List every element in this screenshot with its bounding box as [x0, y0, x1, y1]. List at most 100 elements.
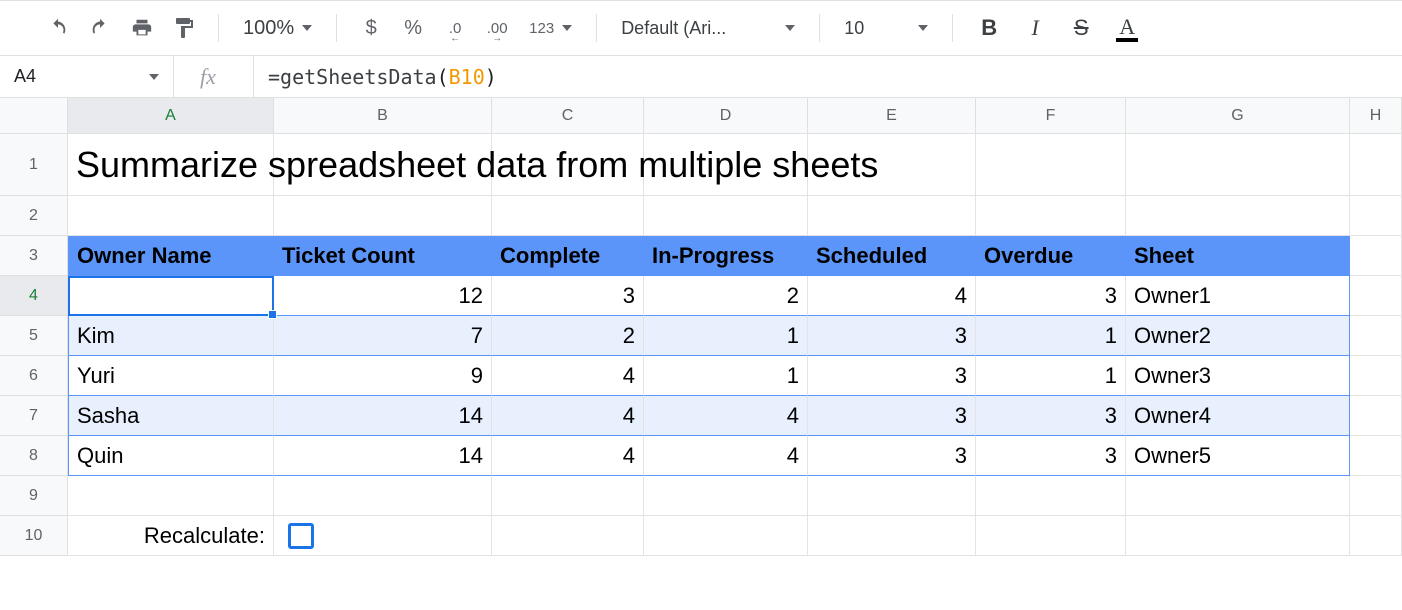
cell-sheet[interactable]: Owner1 [1126, 276, 1350, 316]
cell-ticket-count[interactable]: 14 [274, 436, 492, 476]
cell-sheet[interactable]: Owner3 [1126, 356, 1350, 396]
font-size-dropdown[interactable]: 10 [836, 10, 936, 46]
cell[interactable] [1126, 516, 1350, 556]
cell-scheduled[interactable]: 3 [808, 356, 976, 396]
row-header-10[interactable]: 10 [0, 516, 68, 556]
row-header-4[interactable]: 4 [0, 276, 68, 316]
row-header-8[interactable]: 8 [0, 436, 68, 476]
col-header-c[interactable]: C [492, 98, 644, 134]
row-header-1[interactable]: 1 [0, 134, 68, 196]
cell[interactable] [274, 196, 492, 236]
cell[interactable] [1350, 134, 1402, 196]
strikethrough-button[interactable]: S [1061, 10, 1101, 46]
cell-in-progress[interactable]: 1 [644, 316, 808, 356]
cell-sheet[interactable]: Owner2 [1126, 316, 1350, 356]
cell[interactable] [976, 516, 1126, 556]
cell[interactable] [492, 516, 644, 556]
cell-complete[interactable]: 4 [492, 356, 644, 396]
cell[interactable] [1350, 316, 1402, 356]
cell[interactable] [1126, 134, 1350, 196]
col-header-d[interactable]: D [644, 98, 808, 134]
name-box[interactable]: A4 [0, 56, 174, 97]
format-currency-button[interactable]: $ [353, 10, 389, 46]
cell-ticket-count[interactable]: 7 [274, 316, 492, 356]
undo-button[interactable] [40, 10, 76, 46]
cell-overdue[interactable]: 1 [976, 356, 1126, 396]
cell-scheduled[interactable]: 3 [808, 436, 976, 476]
col-header-g[interactable]: G [1126, 98, 1350, 134]
italic-button[interactable]: I [1015, 10, 1055, 46]
cell-ticket-count[interactable]: 12 [274, 276, 492, 316]
zoom-dropdown[interactable]: 100% [235, 10, 320, 46]
cell-in-progress[interactable]: 1 [644, 356, 808, 396]
cell[interactable] [1350, 356, 1402, 396]
title-cell[interactable]: Summarize spreadsheet data from multiple… [68, 134, 274, 196]
text-color-button[interactable]: A [1107, 10, 1147, 46]
cell[interactable] [1350, 436, 1402, 476]
cell-owner[interactable]: Yuri [68, 356, 274, 396]
col-header-f[interactable]: F [976, 98, 1126, 134]
table-header[interactable]: In-Progress [644, 236, 808, 276]
row-header-2[interactable]: 2 [0, 196, 68, 236]
col-header-e[interactable]: E [808, 98, 976, 134]
cell[interactable] [1350, 236, 1402, 276]
cell-overdue[interactable]: 3 [976, 276, 1126, 316]
cell-complete[interactable]: 2 [492, 316, 644, 356]
row-header-9[interactable]: 9 [0, 476, 68, 516]
cell-scheduled[interactable]: 3 [808, 316, 976, 356]
cell-ticket-count[interactable]: 14 [274, 396, 492, 436]
increase-decimals-button[interactable]: .00 [479, 10, 515, 46]
cell-owner[interactable]: Quin [68, 436, 274, 476]
decrease-decimals-button[interactable]: .0 [437, 10, 473, 46]
cell-scheduled[interactable]: 3 [808, 396, 976, 436]
row-header-6[interactable]: 6 [0, 356, 68, 396]
cell[interactable] [644, 516, 808, 556]
checkbox-icon[interactable] [288, 523, 314, 549]
row-header-7[interactable]: 7 [0, 396, 68, 436]
cell[interactable] [808, 196, 976, 236]
cell[interactable] [976, 134, 1126, 196]
cell[interactable] [1126, 196, 1350, 236]
bold-button[interactable]: B [969, 10, 1009, 46]
cell[interactable] [68, 196, 274, 236]
cell-owner[interactable]: Sasha [68, 396, 274, 436]
cell-overdue[interactable]: 1 [976, 316, 1126, 356]
table-header[interactable]: Owner Name [68, 236, 274, 276]
col-header-a[interactable]: A [68, 98, 274, 134]
table-header[interactable]: Ticket Count [274, 236, 492, 276]
paint-format-button[interactable] [166, 10, 202, 46]
row-header-3[interactable]: 3 [0, 236, 68, 276]
cell-sheet[interactable]: Owner4 [1126, 396, 1350, 436]
select-all-corner[interactable] [0, 98, 68, 134]
cell[interactable] [274, 476, 492, 516]
row-header-5[interactable]: 5 [0, 316, 68, 356]
cell[interactable] [808, 516, 976, 556]
recalculate-label-cell[interactable]: Recalculate: [68, 516, 274, 556]
col-header-h[interactable]: H [1350, 98, 1402, 134]
font-family-dropdown[interactable]: Default (Ari... [613, 10, 803, 46]
cell[interactable] [976, 196, 1126, 236]
cell-in-progress[interactable]: 4 [644, 396, 808, 436]
col-header-b[interactable]: B [274, 98, 492, 134]
cell-scheduled[interactable]: 4 [808, 276, 976, 316]
cell-in-progress[interactable]: 2 [644, 276, 808, 316]
table-header[interactable]: Overdue [976, 236, 1126, 276]
cell-owner[interactable]: Kim [68, 316, 274, 356]
cell[interactable] [1350, 276, 1402, 316]
recalculate-checkbox-cell[interactable] [274, 516, 492, 556]
cell-complete[interactable]: 4 [492, 436, 644, 476]
more-formats-dropdown[interactable]: 123 [521, 10, 580, 46]
cell[interactable] [68, 476, 274, 516]
cell[interactable] [644, 196, 808, 236]
format-percent-button[interactable]: % [395, 10, 431, 46]
cell[interactable] [808, 476, 976, 516]
table-header[interactable]: Scheduled [808, 236, 976, 276]
redo-button[interactable] [82, 10, 118, 46]
cell-sheet[interactable]: Owner5 [1126, 436, 1350, 476]
cell-overdue[interactable]: 3 [976, 396, 1126, 436]
table-header[interactable]: Complete [492, 236, 644, 276]
formula-input[interactable]: =getSheetsData(B10) [254, 65, 1402, 89]
cell[interactable] [492, 196, 644, 236]
cell[interactable] [1350, 476, 1402, 516]
cell-owner[interactable]: Taylor [68, 276, 274, 316]
